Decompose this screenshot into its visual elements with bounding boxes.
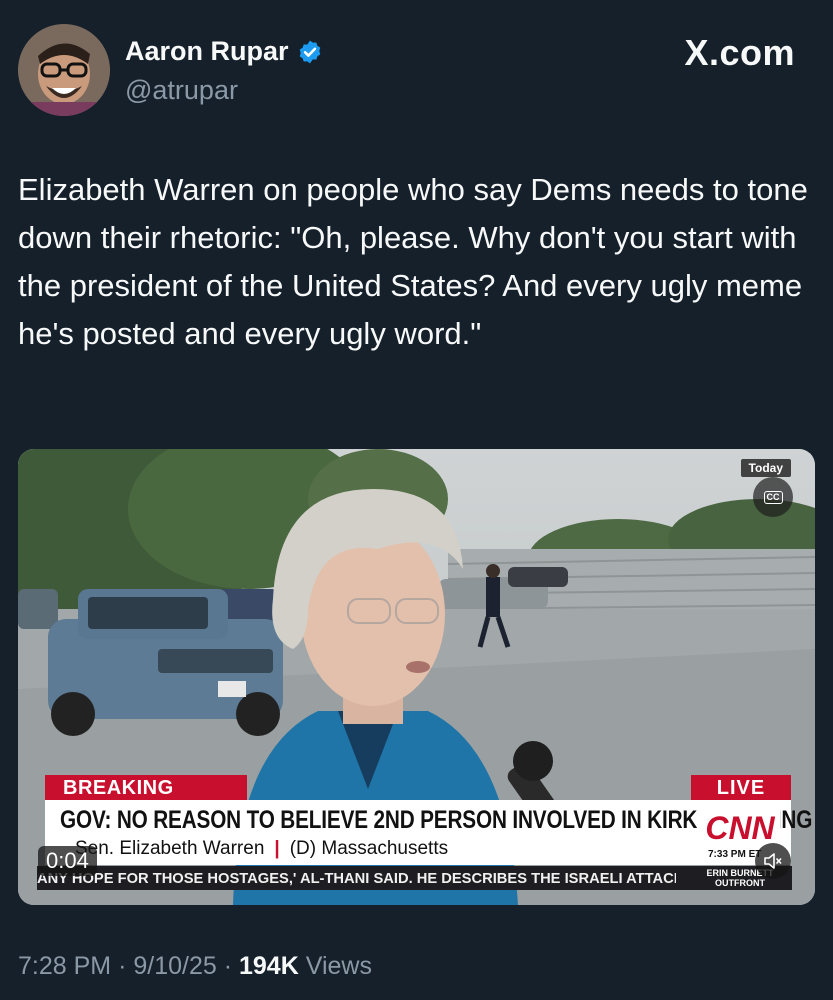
speaker-title: Sen. Elizabeth Warren: [75, 838, 265, 859]
views-count[interactable]: 194K: [239, 952, 299, 980]
show-name-line2: OUTFRONT: [715, 878, 765, 888]
separator-dot: ·: [118, 952, 127, 980]
mute-button[interactable]: [755, 843, 791, 879]
separator: |: [274, 838, 280, 859]
speaker-state: (D) Massachusetts: [289, 838, 449, 859]
views-label: Views: [305, 952, 372, 980]
post-date[interactable]: 9/10/25: [133, 952, 216, 980]
closed-captions-button[interactable]: CC: [753, 477, 793, 517]
x-brand-logo: X.com: [684, 32, 795, 73]
author-name[interactable]: Aaron Rupar: [125, 36, 289, 67]
author-name-row: Aaron Rupar: [125, 36, 323, 67]
post-time[interactable]: 7:28 PM: [18, 952, 111, 980]
author-handle[interactable]: @atrupar: [125, 75, 238, 106]
ticker-text: ANY HOPE FOR THOSE HOSTAGES,' AL-THANI S…: [37, 870, 676, 887]
live-label: LIVE: [691, 775, 791, 802]
separator-dot: ·: [223, 952, 233, 980]
network-time: 7:33 PM ET: [708, 849, 762, 860]
today-badge: Today: [740, 459, 791, 477]
cnn-logo-icon: CNN: [700, 808, 780, 848]
avatar[interactable]: [18, 24, 110, 116]
speaker-line: Sen. Elizabeth Warren | (D) Massachusetts: [75, 838, 448, 860]
tweet-text: Elizabeth Warren on people who say Dems …: [18, 172, 808, 351]
video-timer: 0:04: [38, 846, 97, 876]
tweet-meta: 7:28 PM · 9/10/25 · 194K Views: [18, 952, 372, 981]
avatar-photo-icon: [18, 24, 110, 116]
verified-badge-icon: [299, 40, 320, 63]
cc-icon: CC: [763, 490, 783, 504]
speaker-muted-icon: [764, 853, 782, 869]
cnn-logo-text: CNN: [705, 810, 775, 846]
tweet-card: Aaron Rupar @atrupar X.com Elizabeth War…: [0, 0, 833, 1000]
